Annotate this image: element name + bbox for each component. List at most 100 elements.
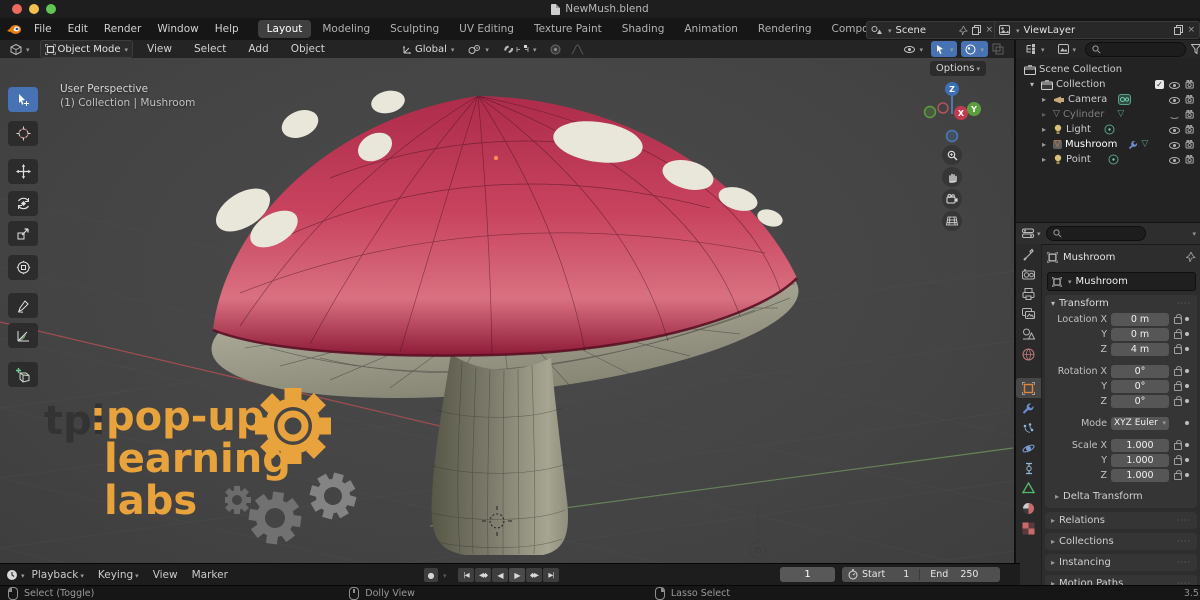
tab-output[interactable] <box>1016 284 1041 304</box>
outliner-row-mushroom[interactable]: ▽ Mushroom ▽ <box>1016 137 1200 152</box>
scale-z-field[interactable]: 1.000 <box>1111 469 1169 482</box>
rotation-mode-dropdown[interactable]: XYZ Euler <box>1111 417 1169 430</box>
animate-dot[interactable] <box>1185 317 1189 321</box>
menu-object[interactable]: Object <box>283 43 333 55</box>
gizmo-axis-neg-x[interactable] <box>938 103 948 113</box>
workspace-tab-uv-editing[interactable]: UV Editing <box>450 20 523 38</box>
play-button[interactable]: ▶ <box>509 568 525 582</box>
panel-grip[interactable]: ···· <box>1177 537 1191 546</box>
navigation-gizmo[interactable]: Z X Y <box>920 80 984 144</box>
tab-render[interactable] <box>1016 264 1041 284</box>
scale-y-field[interactable]: 1.000 <box>1111 454 1169 467</box>
tab-world[interactable] <box>1016 344 1041 364</box>
new-scene-icon[interactable] <box>972 25 981 35</box>
tab-tool[interactable] <box>1016 244 1041 264</box>
disclosure-collapsed-icon[interactable] <box>1042 139 1050 150</box>
location-x-field[interactable]: 0 m <box>1111 313 1169 326</box>
jump-to-start-button[interactable]: |◀ <box>458 568 474 582</box>
tab-constraints[interactable] <box>1016 458 1041 478</box>
viewlayer-selector[interactable]: ViewLayer × <box>994 21 1200 39</box>
disclosure-collapsed-icon[interactable] <box>1042 109 1050 120</box>
outliner-row-scene-collection[interactable]: Scene Collection <box>1016 62 1200 77</box>
workspace-tab-layout[interactable]: Layout <box>258 20 312 38</box>
scene-selector[interactable]: Scene × <box>866 21 998 39</box>
workspace-tab-modeling[interactable]: Modeling <box>313 20 379 38</box>
orientation-selector[interactable]: Global <box>398 41 458 57</box>
panel-grip[interactable]: ···· <box>1177 558 1191 567</box>
hide-in-viewport-icon[interactable] <box>1169 81 1180 89</box>
tool-cursor[interactable] <box>8 121 38 146</box>
outliner-display-mode-button[interactable] <box>1054 41 1081 57</box>
disable-in-render-icon[interactable] <box>1185 95 1196 104</box>
object-name-field[interactable]: Mushroom <box>1047 272 1196 291</box>
viewport-3d[interactable]: User Perspective (1) Collection | Mushro… <box>0 58 1014 563</box>
delta-transform-header[interactable]: Delta Transform <box>1055 489 1197 503</box>
outliner-filter-button[interactable] <box>1191 44 1200 55</box>
lock-icon[interactable] <box>1173 396 1181 406</box>
tab-particles[interactable] <box>1016 418 1041 438</box>
panel-grip[interactable]: ···· <box>1177 299 1191 308</box>
tab-modifiers[interactable] <box>1016 398 1041 418</box>
zoom-view-button[interactable] <box>942 145 962 165</box>
menu-render[interactable]: Render <box>96 23 149 35</box>
options-button[interactable]: Options <box>930 61 986 76</box>
tab-material[interactable] <box>1016 498 1041 518</box>
rotation-x-field[interactable]: 0° <box>1111 365 1169 378</box>
outliner-search-input[interactable] <box>1085 42 1186 57</box>
blender-logo-icon[interactable] <box>6 22 22 36</box>
tool-annotate[interactable] <box>8 293 38 318</box>
disable-in-render-icon[interactable] <box>1185 125 1196 134</box>
tool-transform[interactable] <box>8 255 38 280</box>
disable-in-render-icon[interactable] <box>1185 140 1196 149</box>
tab-view-layer[interactable] <box>1016 304 1041 324</box>
disclosure-collapsed-icon[interactable] <box>1042 94 1050 105</box>
hide-in-viewport-icon[interactable] <box>1169 156 1180 164</box>
scale-x-field[interactable]: 1.000 <box>1111 439 1169 452</box>
tab-object-data[interactable] <box>1016 478 1041 498</box>
gizmo-axis-neg-y[interactable] <box>925 107 936 118</box>
animate-dot[interactable] <box>1185 369 1189 373</box>
animate-dot[interactable] <box>1185 421 1189 425</box>
unlink-scene-icon[interactable]: × <box>985 25 993 35</box>
outliner-editor-type-button[interactable] <box>1022 41 1049 57</box>
lock-icon[interactable] <box>1173 470 1181 480</box>
hidden-in-viewport-icon[interactable] <box>1169 111 1180 119</box>
outliner-row-camera[interactable]: Camera <box>1016 92 1200 107</box>
disable-in-render-icon[interactable] <box>1185 110 1196 119</box>
auto-keying-button[interactable]: ● <box>424 568 438 582</box>
animate-dot[interactable] <box>1185 473 1189 477</box>
prev-keyframe-button[interactable]: ◀◆ <box>475 568 491 582</box>
tool-rotate[interactable] <box>8 191 38 216</box>
end-frame-field[interactable]: 250 <box>960 569 978 580</box>
panel-grip[interactable]: ···· <box>1177 516 1191 525</box>
mode-selector[interactable]: Object Mode <box>40 40 134 58</box>
outliner-row-collection[interactable]: Collection ✓ <box>1016 77 1200 92</box>
disclosure-expanded-icon[interactable] <box>1030 79 1038 90</box>
menu-window[interactable]: Window <box>149 23 206 35</box>
hide-in-viewport-icon[interactable] <box>1169 96 1180 104</box>
chevron-down-icon[interactable] <box>1190 228 1196 239</box>
properties-editor-type-button[interactable] <box>1022 228 1041 239</box>
tool-scale[interactable] <box>8 221 38 246</box>
pan-view-button[interactable] <box>942 167 962 187</box>
rotation-y-field[interactable]: 0° <box>1111 380 1169 393</box>
panel-collections[interactable]: Collections ···· <box>1045 533 1197 550</box>
tool-add-cube[interactable] <box>8 362 38 387</box>
orthographic-toggle-button[interactable] <box>942 211 962 231</box>
gizmo-axis-neg-z[interactable] <box>947 131 958 142</box>
show-overlays-button[interactable] <box>961 41 988 57</box>
workspace-tab-shading[interactable]: Shading <box>613 20 674 38</box>
collection-checkbox[interactable]: ✓ <box>1155 80 1164 89</box>
animate-dot[interactable] <box>1185 458 1189 462</box>
hide-in-viewport-icon[interactable] <box>1169 126 1180 134</box>
menu-view-timeline[interactable]: View <box>146 569 185 581</box>
menu-file[interactable]: File <box>26 23 60 35</box>
timeline-editor-type-button[interactable] <box>6 569 25 581</box>
disclosure-collapsed-icon[interactable] <box>1042 154 1050 165</box>
location-z-field[interactable]: 4 m <box>1111 343 1169 356</box>
lock-icon[interactable] <box>1173 440 1181 450</box>
workspace-tab-rendering[interactable]: Rendering <box>749 20 821 38</box>
transform-panel-header[interactable]: Transform ···· <box>1045 295 1197 311</box>
panel-instancing[interactable]: Instancing ···· <box>1045 554 1197 571</box>
outliner-row-point[interactable]: Point <box>1016 152 1200 167</box>
